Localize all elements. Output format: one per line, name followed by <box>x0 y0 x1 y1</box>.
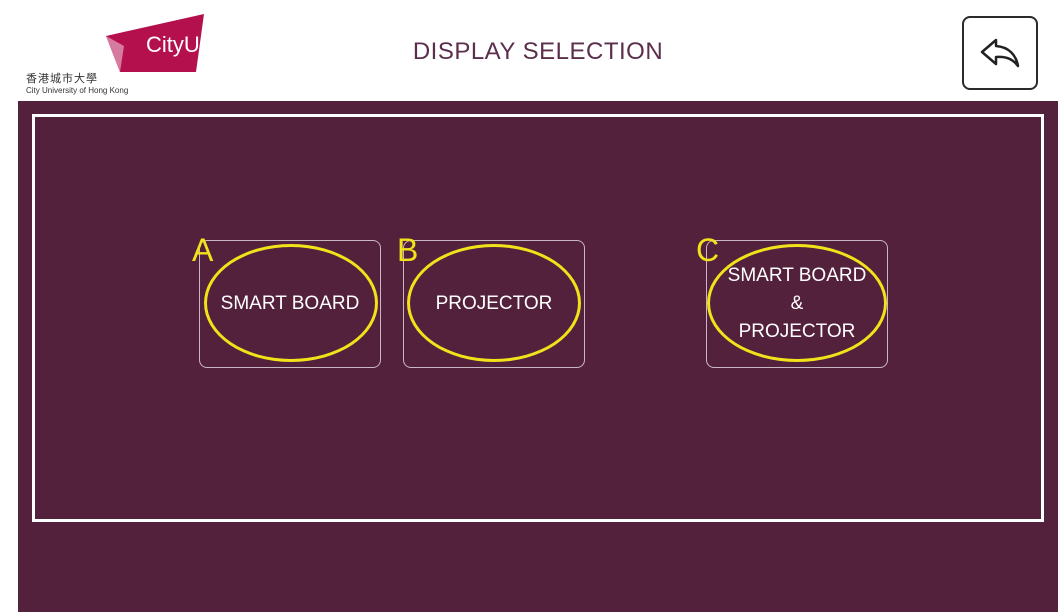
projector-button[interactable]: PROJECTOR <box>403 240 585 368</box>
cityu-logo: CityU 香港城市大學 City University of Hong Kon… <box>22 12 204 96</box>
smart-board-label: SMART BOARD <box>220 293 360 314</box>
label-line-2: & <box>790 293 804 314</box>
display-selection-screen: CityU 香港城市大學 City University of Hong Kon… <box>18 8 1058 612</box>
cityu-logo-mark: CityU <box>106 14 204 72</box>
marker-c: C <box>696 232 720 268</box>
back-button[interactable] <box>962 16 1038 90</box>
label-line-1: SMART BOARD <box>727 265 867 286</box>
marker-a: A <box>192 232 214 268</box>
marker-b: B <box>397 232 419 268</box>
smart-board-and-projector-label: SMART BOARD & PROJECTOR <box>728 262 867 346</box>
smart-board-and-projector-button[interactable]: SMART BOARD & PROJECTOR <box>706 240 888 368</box>
label-line-3: PROJECTOR <box>738 321 856 342</box>
page-title: DISPLAY SELECTION <box>412 38 664 65</box>
reply-arrow-icon <box>980 38 1020 68</box>
projector-label: PROJECTOR <box>435 293 553 314</box>
smart-board-button[interactable]: SMART BOARD <box>199 240 381 368</box>
logo-brand-text: CityU <box>146 32 200 57</box>
logo-chinese-name: 香港城市大學 <box>26 72 98 85</box>
header-bar: CityU 香港城市大學 City University of Hong Kon… <box>18 8 1058 101</box>
logo-english-name: City University of Hong Kong <box>26 86 129 95</box>
